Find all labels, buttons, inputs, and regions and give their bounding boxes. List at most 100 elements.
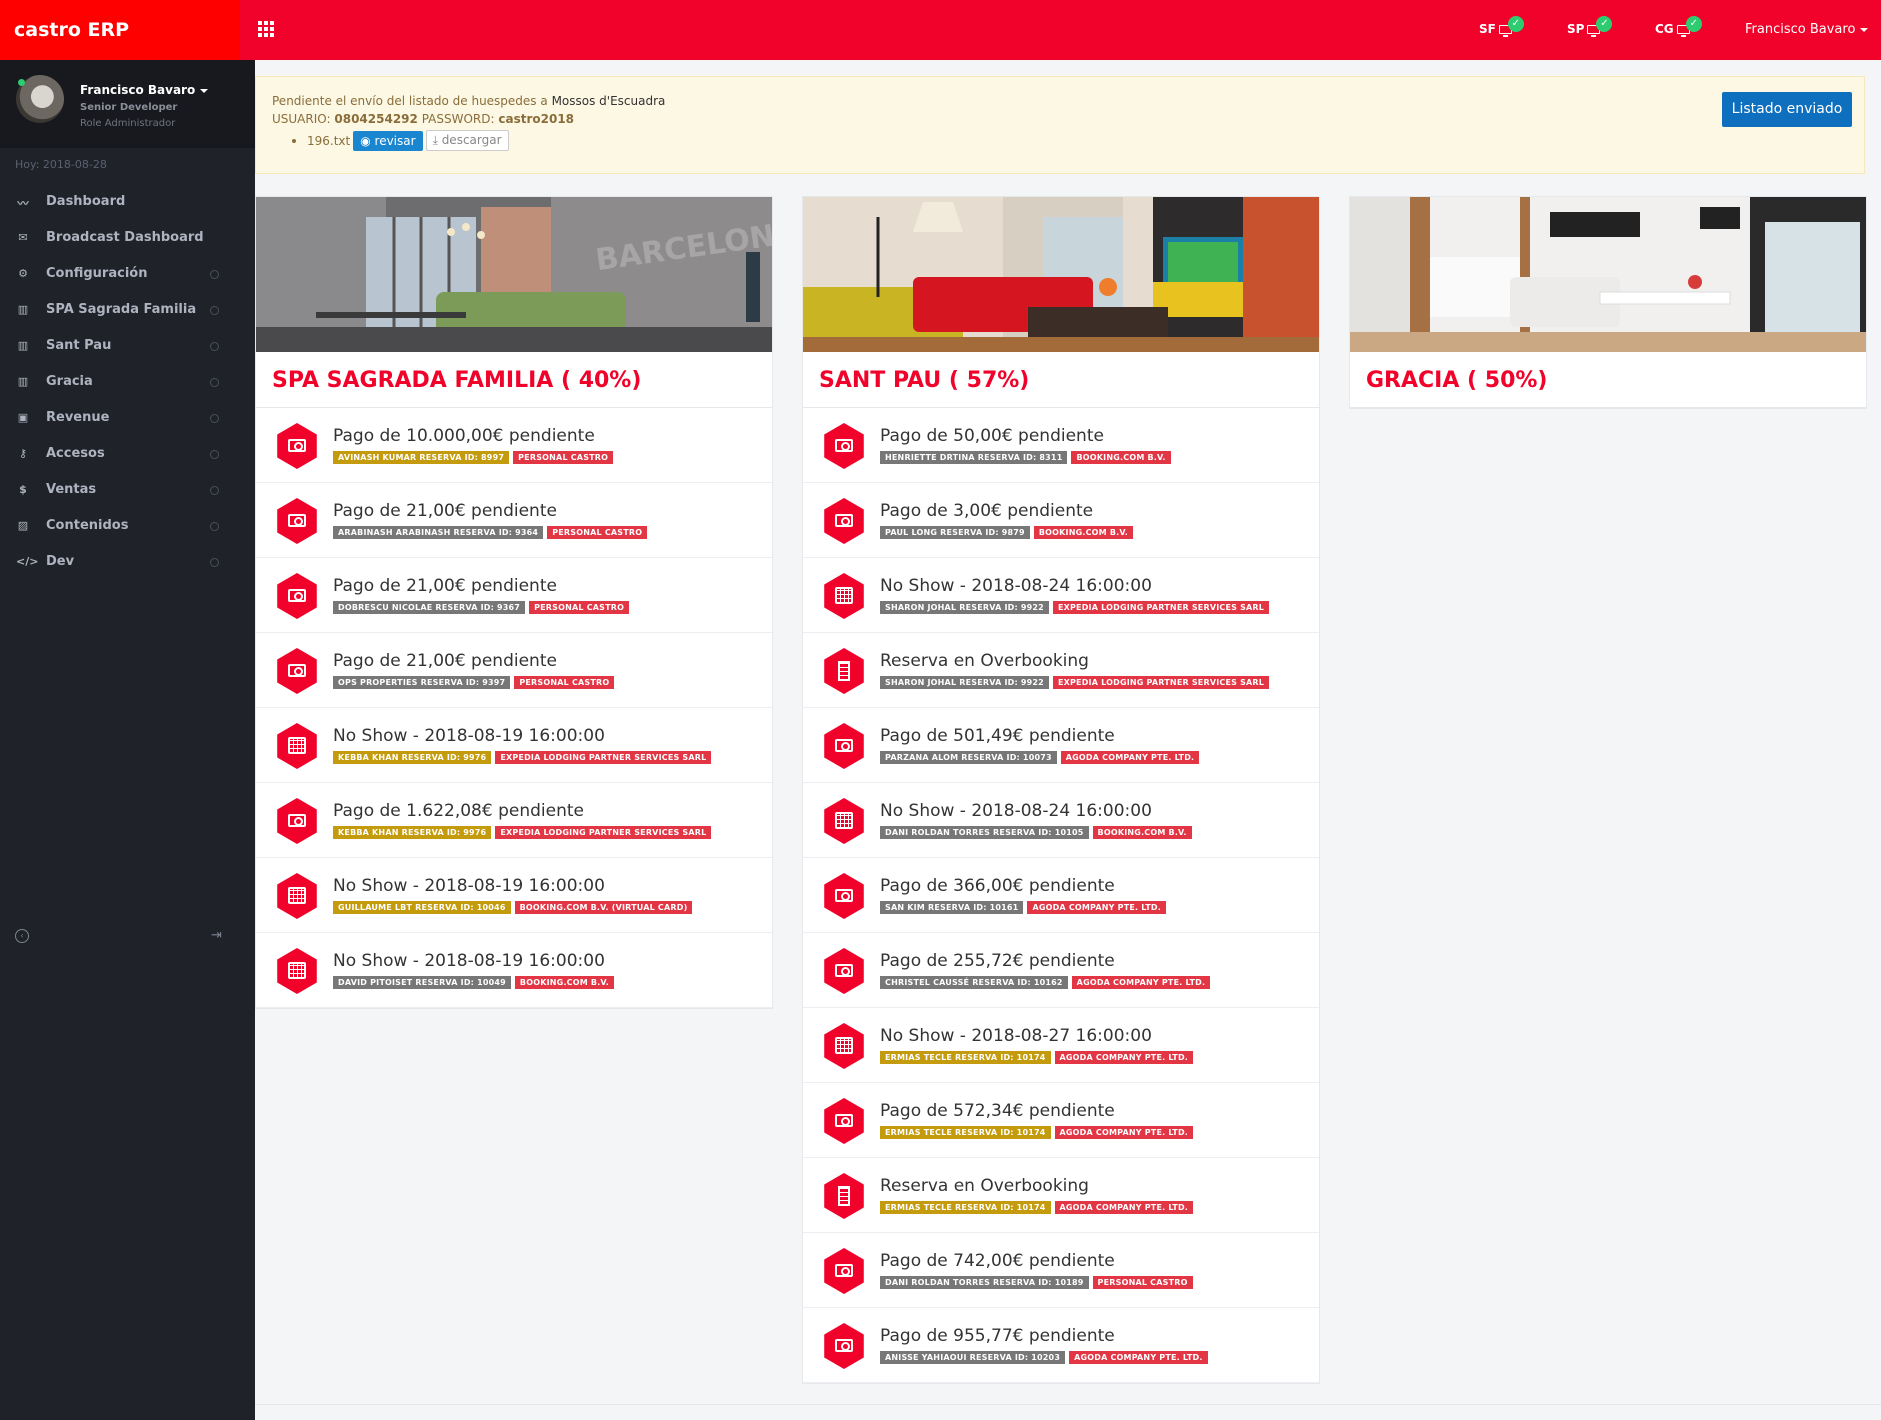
- property-title[interactable]: SANT PAU ( 57%): [803, 352, 1319, 408]
- alert-item[interactable]: No Show - 2018-08-19 16:00:00 DAVID PITOI…: [256, 933, 772, 1008]
- alert-item-title: Pago de 255,72€ pendiente: [880, 951, 1115, 971]
- monitor-icon: ✓: [1676, 15, 1702, 37]
- property-title[interactable]: SPA SAGRADA FAMILIA ( 40%): [256, 352, 772, 408]
- alert-item[interactable]: Pago de 21,00€ pendiente OPS PROPERTIES R…: [256, 633, 772, 708]
- alert-item[interactable]: Reserva en Overbooking ERMIAS TECLE RESER…: [803, 1158, 1319, 1233]
- site-indicator-cg[interactable]: CG ✓: [1655, 15, 1702, 37]
- alert-item[interactable]: Pago de 572,34€ pendiente ERMIAS TECLE RE…: [803, 1083, 1319, 1158]
- sidebar-item-ventas[interactable]: $ Ventas: [0, 474, 255, 508]
- alert-item[interactable]: Pago de 21,00€ pendiente ARABINASH ARABIN…: [256, 483, 772, 558]
- footer-divider: [255, 1404, 1881, 1405]
- guest-reservation-badge[interactable]: SHARON JOHAL RESERVA ID: 9922: [880, 601, 1049, 614]
- alert-item[interactable]: Pago de 21,00€ pendiente DOBRESCU NICOLAE…: [256, 558, 772, 633]
- alert-item-tags: KEBBA KHAN RESERVA ID: 9976 EXPEDIA LODGI…: [333, 826, 712, 839]
- site-indicator-sf[interactable]: SF ✓: [1479, 15, 1524, 37]
- guest-reservation-badge[interactable]: HENRIETTE DRTINA RESERVA ID: 8311: [880, 451, 1068, 464]
- guest-reservation-badge[interactable]: GUILLAUME LBT RESERVA ID: 10046: [333, 901, 511, 914]
- alert-item[interactable]: Pago de 1.622,08€ pendiente KEBBA KHAN RE…: [256, 783, 772, 858]
- channel-badge: PERSONAL CASTRO: [1092, 1276, 1193, 1289]
- alert-item[interactable]: No Show - 2018-08-19 16:00:00 KEBBA KHAN …: [256, 708, 772, 783]
- apps-grid-icon[interactable]: [258, 21, 274, 37]
- guest-reservation-badge[interactable]: PAUL LONG RESERVA ID: 9879: [880, 526, 1030, 539]
- channel-badge: AGODA COMPANY PTE. LTD.: [1027, 901, 1166, 914]
- alert-item[interactable]: Pago de 255,72€ pendiente CHRISTEL CAUSSÉ…: [803, 933, 1319, 1008]
- sidebar-item-revenue[interactable]: ▣ Revenue: [0, 402, 255, 436]
- alert-item-tags: KEBBA KHAN RESERVA ID: 9976 EXPEDIA LODGI…: [333, 751, 712, 764]
- guest-reservation-badge[interactable]: SAN KIM RESERVA ID: 10161: [880, 901, 1024, 914]
- guest-reservation-badge[interactable]: ARABINASH ARABINASH RESERVA ID: 9364: [333, 526, 544, 539]
- channel-badge: AGODA COMPANY PTE. LTD.: [1069, 1351, 1208, 1364]
- guest-reservation-badge[interactable]: DANI ROLDAN TORRES RESERVA ID: 10189: [880, 1276, 1089, 1289]
- guest-reservation-badge[interactable]: ERMIAS TECLE RESERVA ID: 10174: [880, 1126, 1051, 1139]
- channel-badge: EXPEDIA LODGING PARTNER SERVICES SARL: [495, 826, 712, 839]
- guest-reservation-badge[interactable]: PARZANA ALOM RESERVA ID: 10073: [880, 751, 1057, 764]
- money-icon: [277, 798, 317, 844]
- alert-item[interactable]: Pago de 50,00€ pendiente HENRIETTE DRTINA…: [803, 408, 1319, 483]
- download-button[interactable]: ⤓ descargar: [425, 130, 509, 151]
- channel-badge: PERSONAL CASTRO: [514, 676, 615, 689]
- download-icon: ⤓: [432, 133, 442, 147]
- sidebar-item-spa-sagrada-familia[interactable]: ▥ SPA Sagrada Familia: [0, 294, 255, 328]
- check-icon: ✓: [1596, 15, 1613, 32]
- logout-icon[interactable]: ⇥: [211, 928, 222, 943]
- list-sent-button[interactable]: Listado enviado: [1722, 92, 1852, 127]
- brand-logo[interactable]: castro ERP: [0, 0, 240, 60]
- guest-reservation-badge[interactable]: KEBBA KHAN RESERVA ID: 9976: [333, 751, 492, 764]
- alert-item[interactable]: No Show - 2018-08-24 16:00:00 SHARON JOHA…: [803, 558, 1319, 633]
- guest-reservation-badge[interactable]: SHARON JOHAL RESERVA ID: 9922: [880, 676, 1049, 689]
- expand-indicator: [210, 342, 219, 351]
- sidebar-item-label: Revenue: [46, 410, 110, 425]
- collapse-sidebar-icon[interactable]: ‹: [15, 929, 29, 943]
- money-icon: [824, 423, 864, 469]
- profile-role: Role Administrador: [80, 118, 176, 129]
- alert-item[interactable]: No Show - 2018-08-19 16:00:00 GUILLAUME L…: [256, 858, 772, 933]
- review-button[interactable]: ◉ revisar: [353, 130, 423, 151]
- sidebar-item-dev[interactable]: </> Dev: [0, 546, 255, 580]
- alert-list: Pago de 10.000,00€ pendiente AVINASH KUMA…: [256, 408, 772, 1008]
- guest-reservation-badge[interactable]: DANI ROLDAN TORRES RESERVA ID: 10105: [880, 826, 1089, 839]
- guest-reservation-badge[interactable]: ANISSE YAHIAOUI RESERVA ID: 10203: [880, 1351, 1066, 1364]
- channel-badge: PERSONAL CASTRO: [547, 526, 648, 539]
- alert-item[interactable]: Pago de 742,00€ pendiente DANI ROLDAN TOR…: [803, 1233, 1319, 1308]
- money-icon: [824, 723, 864, 769]
- money-icon: [277, 648, 317, 694]
- sidebar-item-configuracion[interactable]: ⚙ Configuración: [0, 258, 255, 292]
- channel-badge: PERSONAL CASTRO: [529, 601, 630, 614]
- property-title[interactable]: GRACIA ( 50%): [1350, 352, 1866, 408]
- alert-list: Pago de 50,00€ pendiente HENRIETTE DRTINA…: [803, 408, 1319, 1383]
- check-icon: ✓: [1685, 15, 1702, 32]
- dollar-icon: $: [19, 483, 27, 496]
- user-menu[interactable]: Francisco Bavaro: [1745, 22, 1869, 37]
- alert-item[interactable]: No Show - 2018-08-27 16:00:00 ERMIAS TECL…: [803, 1008, 1319, 1083]
- guest-reservation-badge[interactable]: ERMIAS TECLE RESERVA ID: 10174: [880, 1201, 1051, 1214]
- file-name: 196.txt: [307, 133, 351, 148]
- alert-item-tags: ARABINASH ARABINASH RESERVA ID: 9364 PERS…: [333, 526, 648, 539]
- alert-item[interactable]: Pago de 3,00€ pendiente PAUL LONG RESERVA…: [803, 483, 1319, 558]
- user-name: Francisco Bavaro: [1745, 22, 1856, 37]
- alert-item[interactable]: No Show - 2018-08-24 16:00:00 DANI ROLDAN…: [803, 783, 1319, 858]
- alert-item[interactable]: Pago de 366,00€ pendiente SAN KIM RESERVA…: [803, 858, 1319, 933]
- sidebar-item-dashboard[interactable]: 〰 Dashboard: [0, 186, 255, 220]
- profile-name-dropdown[interactable]: Francisco Bavaro: [80, 83, 209, 97]
- sidebar-item-label: Ventas: [46, 482, 97, 497]
- guest-reservation-badge[interactable]: CHRISTEL CAUSSÉ RESERVA ID: 10162: [880, 976, 1068, 989]
- sidebar-item-broadcast-dashboard[interactable]: ✉ Broadcast Dashboard: [0, 222, 255, 256]
- alert-item-tags: DANI ROLDAN TORRES RESERVA ID: 10105 BOOK…: [880, 826, 1192, 839]
- alert-item-title: No Show - 2018-08-19 16:00:00: [333, 876, 605, 896]
- alert-item[interactable]: Reserva en Overbooking SHARON JOHAL RESER…: [803, 633, 1319, 708]
- site-indicator-sp[interactable]: SP ✓: [1567, 15, 1613, 37]
- guest-reservation-badge[interactable]: OPS PROPERTIES RESERVA ID: 9397: [333, 676, 511, 689]
- sidebar-item-gracia[interactable]: ▥ Gracia: [0, 366, 255, 400]
- sidebar-item-contenidos[interactable]: ▨ Contenidos: [0, 510, 255, 544]
- guest-reservation-badge[interactable]: DAVID PITOISET RESERVA ID: 10049: [333, 976, 511, 989]
- sidebar-item-accesos[interactable]: ⚷ Accesos: [0, 438, 255, 472]
- guest-reservation-badge[interactable]: AVINASH KUMAR RESERVA ID: 8997: [333, 451, 510, 464]
- guest-reservation-badge[interactable]: ERMIAS TECLE RESERVA ID: 10174: [880, 1051, 1051, 1064]
- sidebar-item-sant-pau[interactable]: ▥ Sant Pau: [0, 330, 255, 364]
- alert-item[interactable]: Pago de 955,77€ pendiente ANISSE YAHIAOUI…: [803, 1308, 1319, 1383]
- guest-reservation-badge[interactable]: DOBRESCU NICOLAE RESERVA ID: 9367: [333, 601, 526, 614]
- alert-item[interactable]: Pago de 501,49€ pendiente PARZANA ALOM RE…: [803, 708, 1319, 783]
- password-label: PASSWORD:: [421, 112, 495, 126]
- alert-item[interactable]: Pago de 10.000,00€ pendiente AVINASH KUMA…: [256, 408, 772, 483]
- guest-reservation-badge[interactable]: KEBBA KHAN RESERVA ID: 9976: [333, 826, 492, 839]
